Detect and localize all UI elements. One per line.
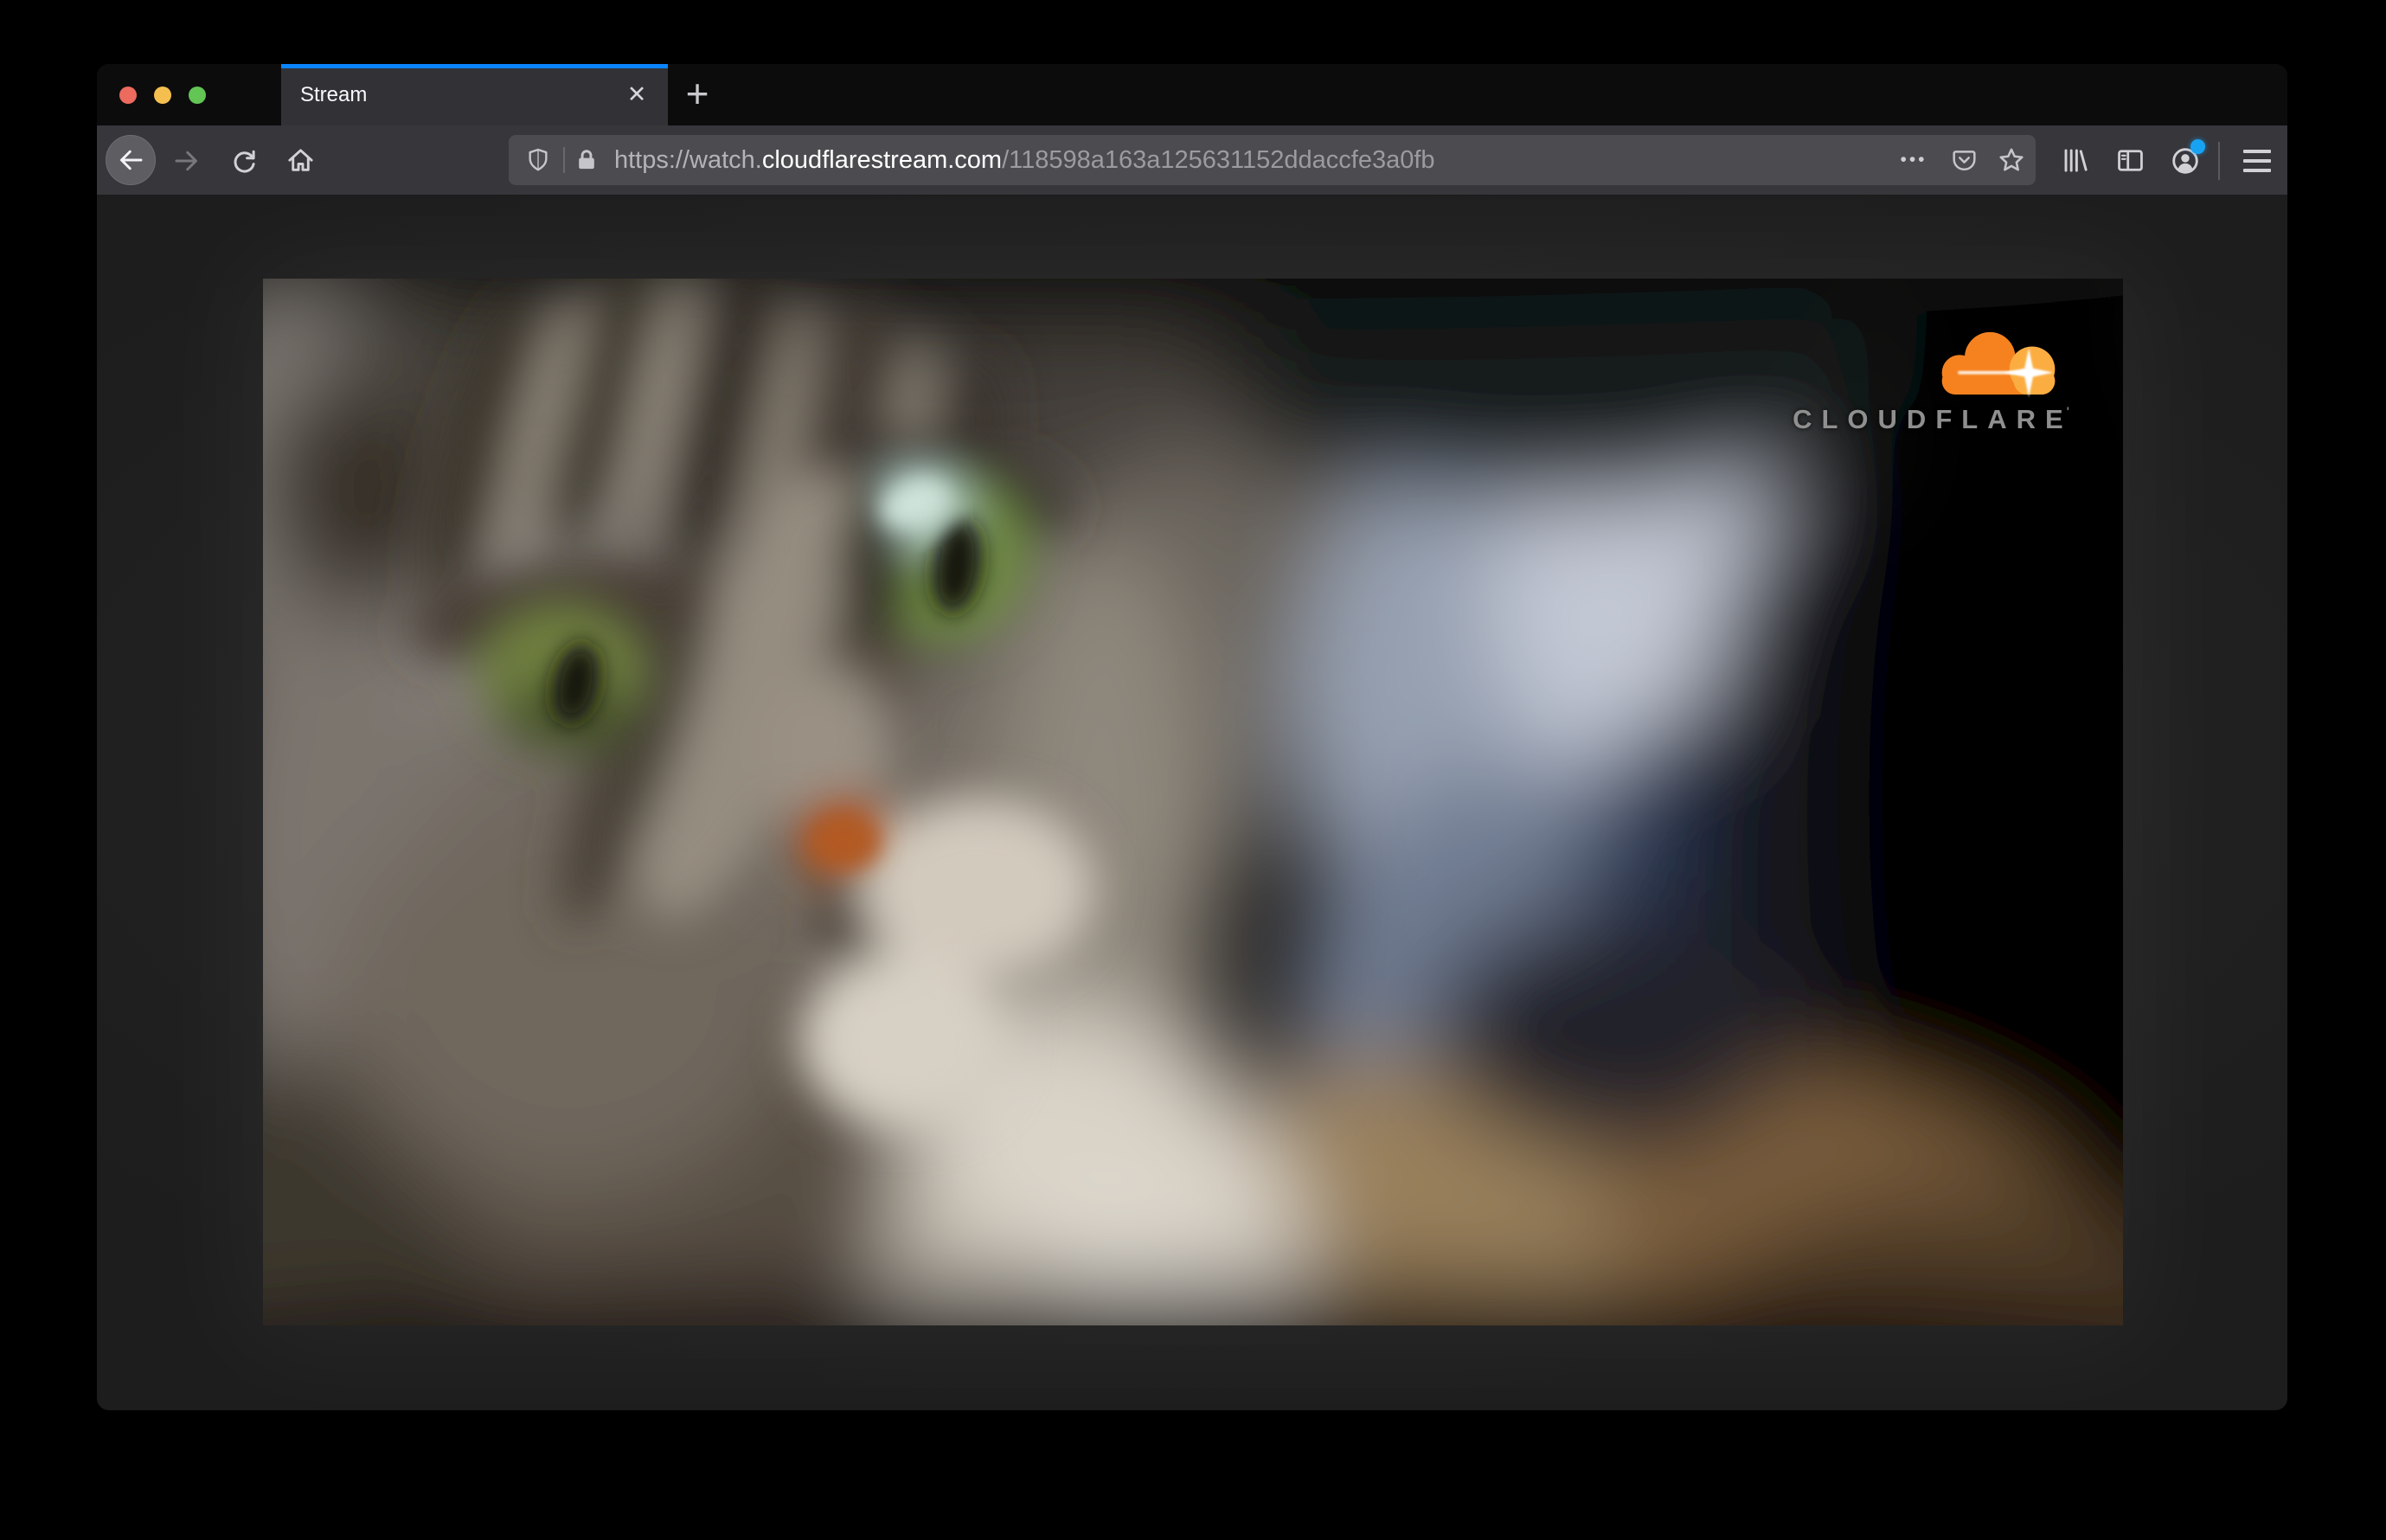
- tab-bar: Stream ✕ +: [97, 64, 2287, 125]
- browser-window: Stream ✕ + https://watch.cloudflarestrea…: [97, 64, 2287, 1410]
- page-actions-icon[interactable]: •••: [1889, 135, 1938, 185]
- page-content: CLOUDFLARE': [97, 196, 2287, 1410]
- home-button[interactable]: [275, 125, 325, 196]
- new-tab-button[interactable]: +: [673, 64, 722, 125]
- toolbar-divider: [2218, 142, 2220, 180]
- reload-icon: [234, 150, 255, 173]
- active-tab-indicator: [281, 64, 668, 68]
- menu-button[interactable]: [2232, 125, 2282, 196]
- navigation-toolbar: https://watch.cloudflarestream.com/11859…: [97, 125, 2287, 196]
- url-text[interactable]: https://watch.cloudflarestream.com/11859…: [614, 135, 1435, 185]
- close-tab-icon[interactable]: ✕: [619, 78, 654, 112]
- traffic-zoom-button[interactable]: [189, 86, 206, 104]
- back-arrow-icon: [120, 150, 143, 170]
- library-button[interactable]: [2049, 125, 2100, 196]
- lock-icon[interactable]: [562, 135, 611, 185]
- forward-arrow-icon: [175, 151, 197, 170]
- url-scheme-host: https://watch.: [614, 146, 762, 174]
- video-player[interactable]: CLOUDFLARE': [263, 279, 2123, 1325]
- url-domain: cloudflarestream.com: [761, 146, 1003, 174]
- pocket-icon[interactable]: [1940, 135, 1988, 185]
- back-button[interactable]: [106, 135, 156, 185]
- sidebar-button[interactable]: [2105, 125, 2155, 196]
- url-bar[interactable]: https://watch.cloudflarestream.com/11859…: [509, 135, 2036, 185]
- account-button[interactable]: [2160, 125, 2210, 196]
- cloudflare-wordmark: CLOUDFLARE: [1793, 404, 2073, 434]
- cloudflare-trademark: ': [2066, 404, 2069, 418]
- cloudflare-cloud-icon: [1941, 331, 2056, 397]
- cloudflare-logo: CLOUDFLARE': [1780, 325, 2069, 435]
- new-tab-icon: +: [685, 70, 709, 116]
- window-controls: [97, 64, 281, 125]
- tab-stream[interactable]: Stream ✕: [281, 64, 668, 125]
- menu-icon: [2243, 149, 2271, 172]
- traffic-close-button[interactable]: [119, 86, 137, 104]
- bookmark-star-icon[interactable]: [1987, 135, 2036, 185]
- forward-button[interactable]: [162, 125, 212, 196]
- library-icon: [2064, 149, 2088, 172]
- video-frame-cat: [263, 279, 2123, 1325]
- home-icon: [287, 149, 313, 171]
- notification-dot: [2190, 139, 2205, 154]
- desktop-background: Stream ✕ + https://watch.cloudflarestrea…: [0, 0, 2386, 1540]
- reload-button[interactable]: [219, 125, 269, 196]
- sidebar-icon: [2117, 150, 2143, 171]
- tab-title: Stream: [300, 82, 368, 106]
- traffic-minimize-button[interactable]: [154, 86, 171, 104]
- shield-icon[interactable]: [514, 135, 562, 185]
- url-path: /118598a163a125631152ddaccfe3a0fb: [1002, 146, 1435, 174]
